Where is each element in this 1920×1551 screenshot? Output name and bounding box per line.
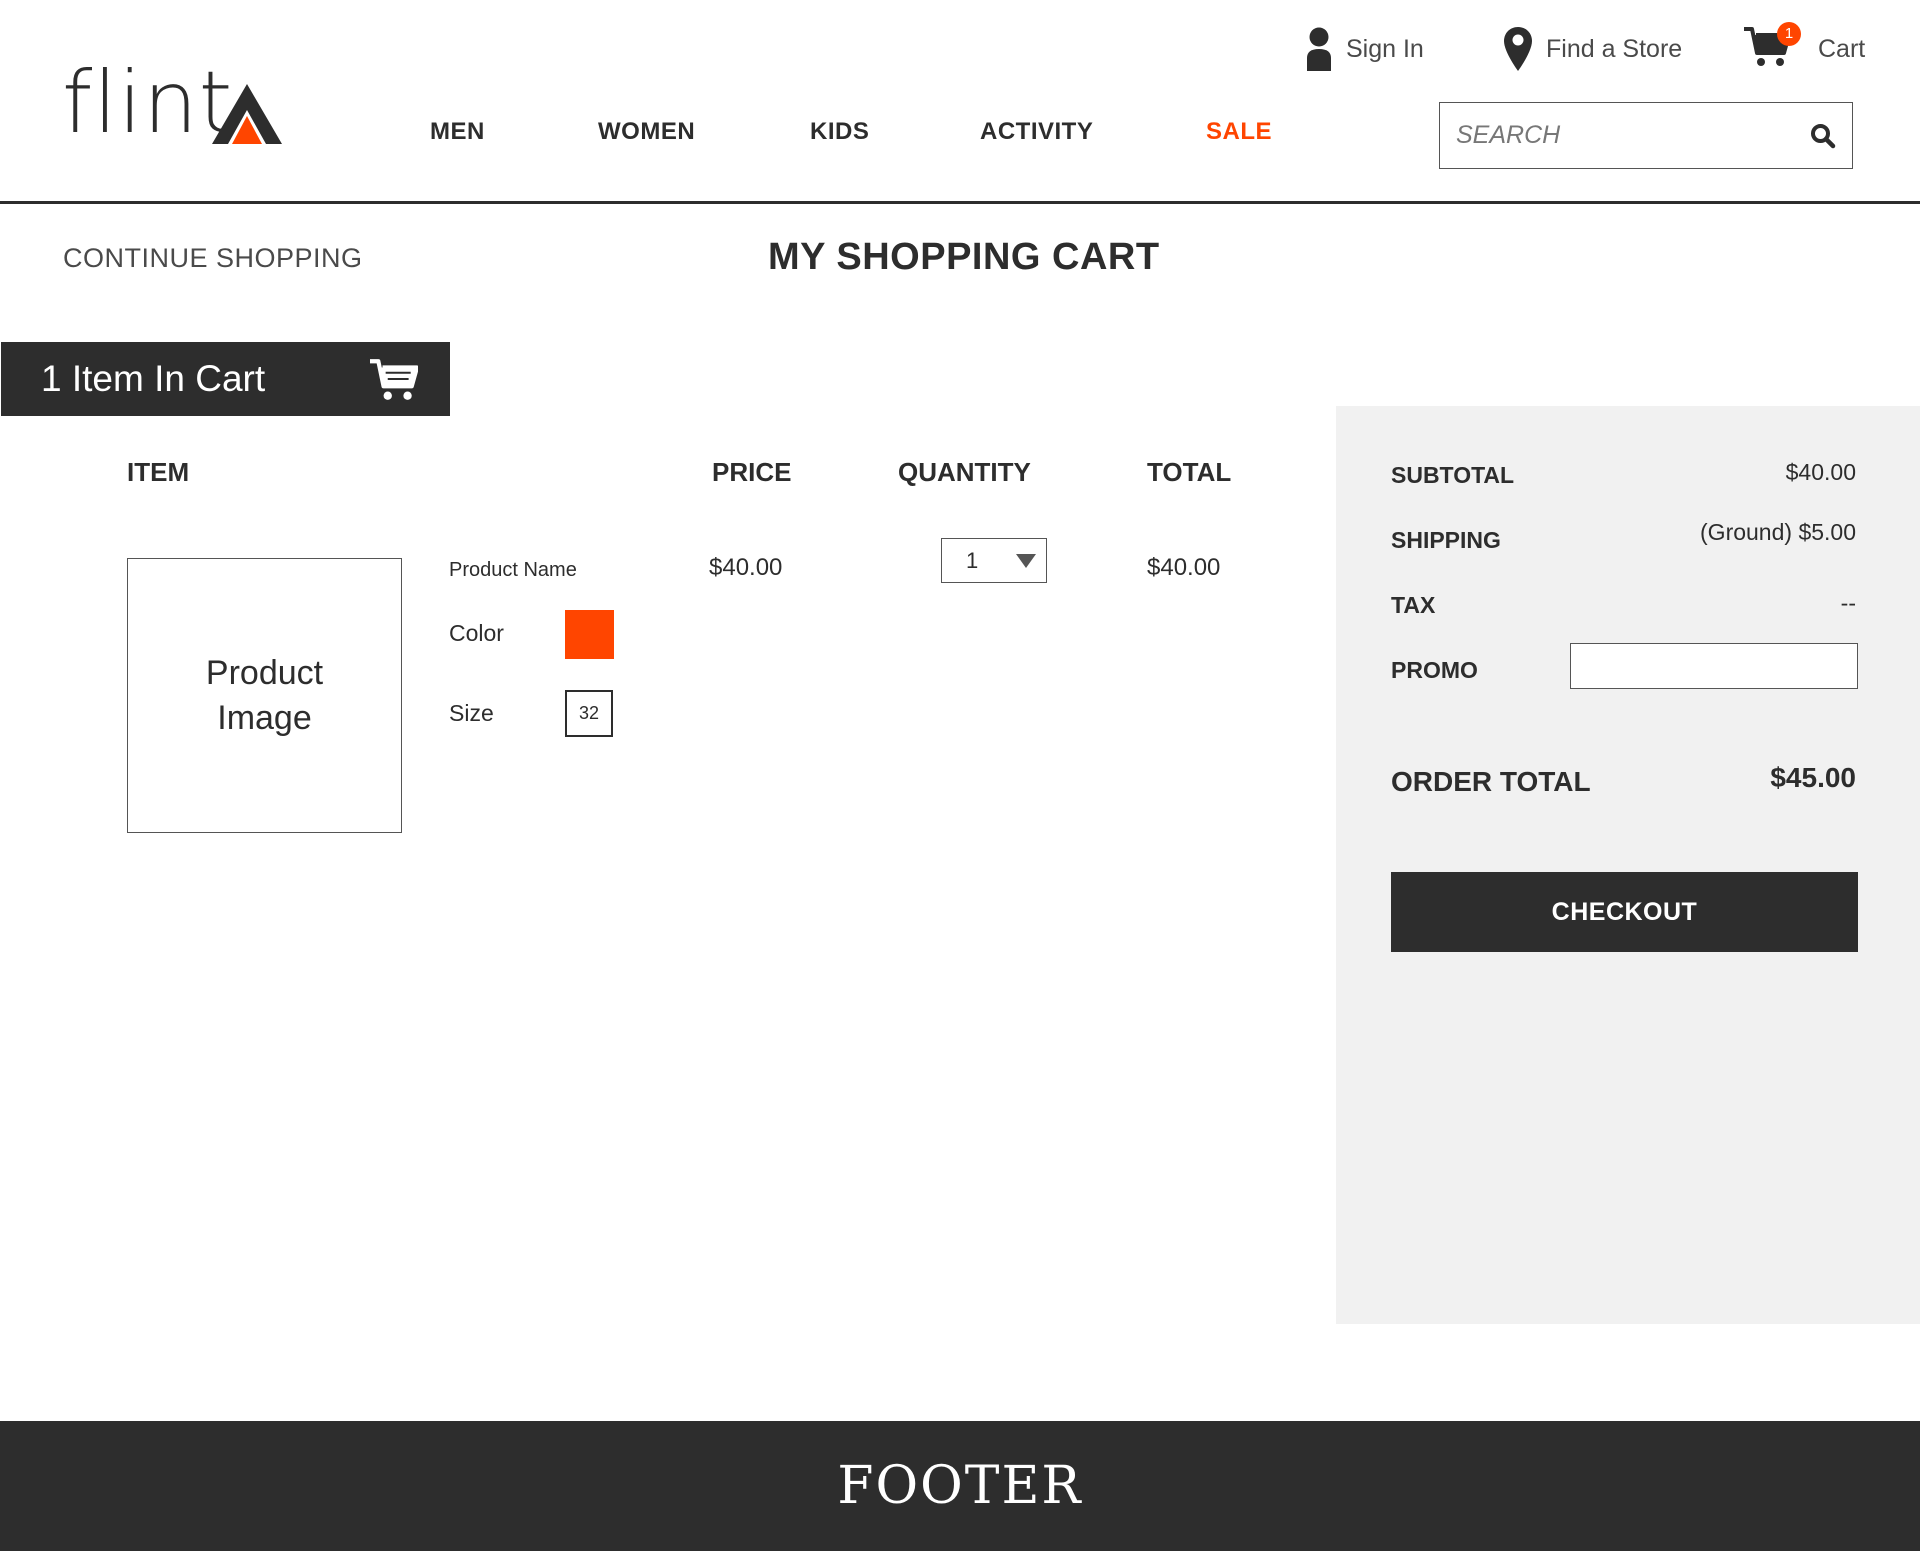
search-icon[interactable] — [1810, 123, 1836, 149]
nav-activity[interactable]: ACTIVITY — [980, 118, 1093, 146]
search-input[interactable] — [1456, 121, 1776, 150]
tax-label: TAX — [1391, 592, 1436, 618]
order-total-value: $45.00 — [1770, 762, 1856, 793]
nav-kids[interactable]: KIDS — [810, 118, 869, 146]
cart-icon-wrap: 1 — [1744, 21, 1804, 74]
size-label: Size — [449, 700, 494, 726]
sign-in-link[interactable]: Sign In — [1306, 24, 1424, 74]
header-divider — [0, 201, 1920, 204]
promo-code-input[interactable] — [1570, 643, 1858, 689]
item-price: $40.00 — [709, 554, 783, 581]
item-total: $40.00 — [1147, 554, 1221, 581]
shipping-value: (Ground) $5.00 — [1700, 519, 1856, 545]
column-header-price: PRICE — [712, 457, 792, 487]
quantity-value: 1 — [966, 547, 979, 573]
column-header-quantity: QUANTITY — [898, 457, 1031, 487]
item-count-label: 1 Item In Cart — [41, 358, 266, 399]
nav-men[interactable]: MEN — [430, 118, 485, 146]
size-value-box: 32 — [565, 690, 613, 737]
nav-women[interactable]: WOMEN — [598, 118, 695, 146]
find-store-label: Find a Store — [1546, 34, 1683, 63]
column-header-item: ITEM — [127, 457, 190, 487]
chevron-down-icon — [1016, 553, 1036, 568]
tax-value: -- — [1840, 590, 1856, 616]
footer-label: FOOTER — [837, 1456, 1083, 1516]
checkout-button[interactable]: CHECKOUT — [1391, 872, 1858, 952]
color-swatch — [565, 610, 614, 659]
sign-in-label: Sign In — [1346, 34, 1424, 63]
color-label: Color — [449, 620, 504, 646]
user-icon — [1307, 27, 1331, 71]
find-store-link[interactable]: Find a Store — [1504, 24, 1682, 74]
cart-link[interactable]: 1 Cart — [1744, 21, 1866, 74]
product-image-text: Image — [217, 698, 312, 737]
order-total-label: ORDER TOTAL — [1391, 766, 1591, 797]
cart-label: Cart — [1818, 34, 1866, 63]
page-title: MY SHOPPING CART — [768, 236, 1160, 278]
cart-icon — [370, 359, 418, 400]
continue-shopping-link[interactable]: CONTINUE SHOPPING — [63, 243, 363, 274]
map-pin-icon — [1504, 27, 1532, 71]
cart-count-badge: 1 — [1777, 21, 1801, 46]
logo-mark-icon[interactable] — [212, 84, 282, 144]
product-image-text: Product — [205, 653, 324, 692]
nav-sale[interactable]: SALE — [1206, 118, 1272, 146]
column-header-total: TOTAL — [1147, 457, 1232, 487]
product-name[interactable]: Product Name — [449, 559, 577, 582]
subtotal-value: $40.00 — [1785, 459, 1856, 485]
search-box — [1439, 102, 1853, 169]
item-count-bar: 1 Item In Cart — [1, 342, 450, 416]
footer: FOOTER — [0, 1421, 1920, 1551]
subtotal-label: SUBTOTAL — [1391, 462, 1515, 488]
logo-text[interactable]: flint — [62, 60, 233, 146]
product-image-placeholder[interactable]: Product Image — [127, 558, 402, 833]
quantity-select[interactable]: 1 — [941, 538, 1047, 583]
promo-label: PROMO — [1391, 657, 1478, 683]
shipping-label: SHIPPING — [1391, 527, 1501, 553]
